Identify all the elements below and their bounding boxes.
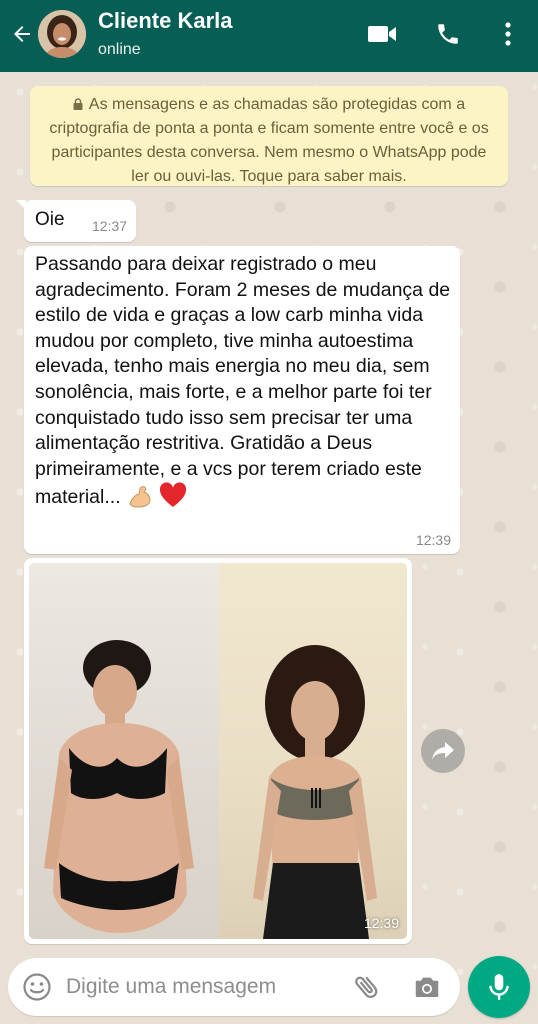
paperclip-icon [355, 976, 378, 998]
message-text: Passando para deixar registrado o meu ag… [35, 253, 451, 509]
forward-arrow-icon [432, 742, 454, 760]
message-body: Passando para deixar registrado o meu ag… [35, 252, 451, 516]
incoming-message[interactable]: Oie 12:37 [16, 200, 136, 242]
phone-icon [438, 24, 458, 44]
encryption-notice[interactable]: As mensagens e as chamadas são protegida… [30, 86, 508, 186]
before-after-photo[interactable]: 12:39 [29, 563, 407, 939]
message-input[interactable] [66, 970, 338, 1004]
avatar[interactable] [38, 10, 86, 58]
message-time: 12:37 [91, 218, 127, 234]
after-photo [219, 563, 407, 939]
red-heart-icon [159, 482, 187, 516]
message-time: 12:39 [415, 532, 451, 548]
emoji-button[interactable] [22, 972, 52, 1002]
before-photo [29, 563, 219, 939]
more-options-button[interactable] [492, 18, 524, 50]
attach-button[interactable] [352, 972, 382, 1002]
camera-button[interactable] [412, 972, 442, 1002]
microphone-icon [489, 974, 509, 1000]
message-time: 12:39 [363, 915, 399, 931]
camera-icon [415, 977, 439, 997]
message-composer [8, 958, 460, 1016]
vertical-dots-icon [505, 22, 511, 46]
encryption-notice-text: As mensagens e as chamadas são protegida… [49, 96, 489, 185]
image-message[interactable]: 12:39 [24, 558, 412, 944]
back-arrow-icon [14, 26, 30, 42]
video-call-button[interactable] [366, 18, 398, 50]
message-text: Oie [35, 209, 65, 230]
chat-header: Cliente Karla online [0, 0, 538, 72]
incoming-message[interactable]: Passando para deixar registrado o meu ag… [24, 246, 460, 554]
voice-call-button[interactable] [432, 18, 464, 50]
flexed-biceps-icon [127, 484, 153, 516]
contact-status: online [98, 41, 141, 58]
back-button[interactable] [8, 20, 36, 48]
smiley-icon [23, 973, 51, 1001]
video-camera-icon [368, 26, 396, 42]
lock-icon [73, 98, 83, 110]
voice-message-button[interactable] [468, 956, 530, 1018]
forward-button[interactable] [421, 729, 465, 773]
avatar-image [38, 10, 86, 58]
contact-name[interactable]: Cliente Karla [98, 8, 233, 34]
